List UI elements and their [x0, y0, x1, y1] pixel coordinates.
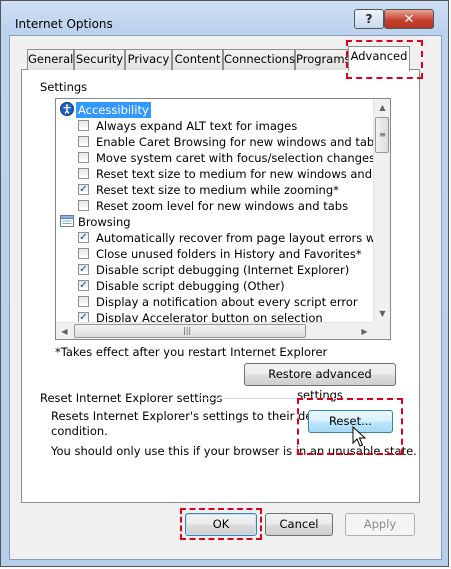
group-divider [200, 398, 404, 399]
setting-checkbox[interactable] [78, 152, 89, 163]
restart-footnote: *Takes effect after you restart Internet… [55, 345, 328, 359]
setting-label: Reset text size to medium for new window… [96, 167, 391, 181]
vertical-scroll-thumb[interactable]: ≡ [375, 117, 389, 153]
tab-content[interactable]: Content [172, 49, 223, 70]
tab-label: Content [174, 52, 221, 66]
setting-label: Disable script debugging (Other) [96, 279, 285, 293]
cancel-button[interactable]: Cancel [265, 513, 333, 536]
apply-button[interactable]: Apply [345, 513, 415, 536]
setting-checkbox[interactable] [78, 200, 89, 211]
tab-label: Privacy [127, 52, 170, 66]
setting-checkbox[interactable]: ✓ [78, 264, 89, 275]
setting-checkbox[interactable] [78, 136, 89, 147]
tab-label: Connections [224, 52, 296, 66]
tab-label: Security [75, 52, 124, 66]
button-label: Apply [363, 517, 397, 531]
setting-checkbox[interactable] [78, 248, 89, 259]
scroll-left-icon[interactable]: ◀ [56, 323, 73, 339]
button-label: OK [212, 517, 230, 531]
close-icon: ✕ [403, 11, 415, 27]
tab-label: Programs [296, 52, 349, 66]
scrollbar-corner [373, 322, 390, 339]
setting-checkbox[interactable]: ✓ [78, 184, 89, 195]
settings-label: Settings [40, 80, 88, 94]
reset-description-line1: Resets Internet Explorer's settings to t… [51, 409, 339, 423]
horizontal-scroll-thumb[interactable]: ||| [74, 324, 306, 338]
reset-description-line2: condition. [51, 424, 108, 438]
setting-label: Enable Caret Browsing for new windows an… [96, 135, 381, 149]
setting-label: Automatically recover from page layout e… [96, 231, 390, 245]
tab-label: General [28, 52, 74, 66]
setting-checkbox[interactable]: ✓ [78, 232, 89, 243]
help-button[interactable]: ? [354, 9, 384, 29]
settings-tree-list[interactable]: Accessibility Always expand ALT text for… [55, 98, 391, 340]
tab-general[interactable]: General [27, 49, 74, 70]
scroll-up-icon[interactable]: ▲ [374, 99, 390, 116]
grip-icon: ≡ [379, 130, 386, 139]
mouse-pointer-icon [352, 426, 367, 447]
reset-section-label: Reset Internet Explorer settings [40, 391, 223, 405]
title-bar[interactable]: Internet Options ? ✕ [1, 1, 450, 35]
tab-label: Advanced [350, 49, 408, 63]
setting-label: Reset zoom level for new windows and tab… [96, 199, 349, 213]
setting-checkbox[interactable]: ✓ [78, 280, 89, 291]
category-accessibility[interactable]: Accessibility [56, 102, 376, 118]
restore-advanced-settings-button[interactable]: Restore advanced settings [244, 363, 396, 402]
grip-icon: ||| [183, 326, 192, 335]
setting-checkbox[interactable] [78, 296, 89, 307]
horizontal-scrollbar[interactable]: ◀ ||| ▶ [56, 322, 373, 339]
tab-security[interactable]: Security [74, 49, 125, 70]
tab-advanced[interactable]: Advanced [348, 46, 410, 71]
setting-label: Always expand ALT text for images [96, 119, 298, 133]
tab-programs[interactable]: Programs [295, 49, 349, 70]
setting-label: Display a notification about every scrip… [96, 295, 358, 309]
setting-checkbox[interactable] [78, 120, 89, 131]
category-label: Accessibility [76, 102, 151, 118]
reset-button[interactable]: Reset... [308, 410, 393, 433]
tab-connections[interactable]: Connections [223, 49, 295, 70]
help-icon: ? [365, 12, 373, 26]
setting-label: Close unused folders in History and Favo… [96, 247, 362, 261]
accessibility-icon [60, 102, 74, 116]
scroll-right-icon[interactable]: ▶ [356, 323, 373, 339]
button-label: Cancel [279, 517, 319, 531]
ok-button[interactable]: OK [185, 513, 257, 536]
category-label: Browsing [78, 215, 131, 229]
tab-privacy[interactable]: Privacy [125, 49, 172, 70]
setting-label: Disable script debugging (Internet Explo… [96, 263, 350, 277]
vertical-scrollbar[interactable]: ▲ ≡ ▼ [373, 99, 390, 322]
close-button[interactable]: ✕ [384, 9, 434, 29]
setting-checkbox[interactable] [78, 168, 89, 179]
setting-label: Move system caret with focus/selection c… [96, 151, 376, 165]
browsing-icon [60, 215, 74, 227]
window-title: Internet Options [15, 17, 113, 31]
setting-label: Reset text size to medium while zooming* [96, 183, 339, 197]
scroll-down-icon[interactable]: ▼ [374, 305, 390, 322]
